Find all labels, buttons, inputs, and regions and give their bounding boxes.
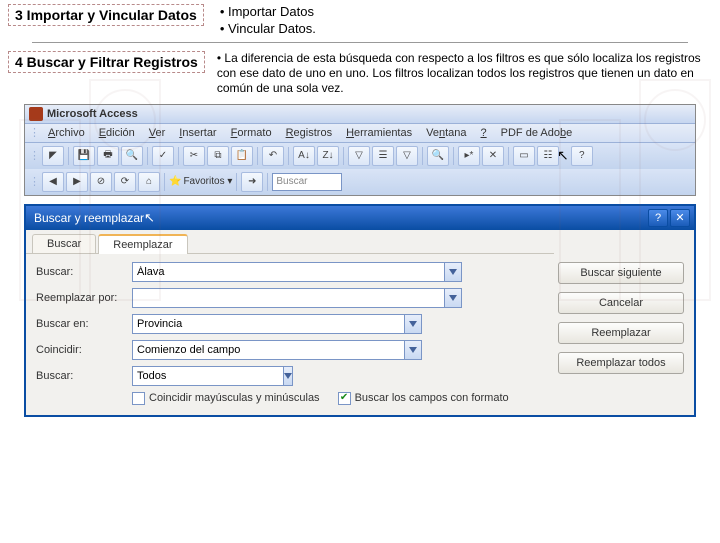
dialog-tabs: Buscar Reemplazar xyxy=(26,230,554,254)
stop-icon[interactable]: ⊘ xyxy=(90,172,112,192)
check-formatted[interactable]: ✔ Buscar los campos con formato xyxy=(338,392,509,405)
spell-icon[interactable]: ✓ xyxy=(152,146,174,166)
back-icon[interactable]: ◀ xyxy=(42,172,64,192)
bullet-link: Vincular Datos. xyxy=(220,21,316,38)
find-replace-dialog: Buscar y reemplazar ↖ ? ✕ Buscar Reempla… xyxy=(24,204,696,417)
access-menubar: ⋮ Archivo Edición Ver Insertar Formato R… xyxy=(25,124,695,143)
section-4-title: 4 Buscar y Filtrar Registros xyxy=(8,51,205,73)
sort-desc-icon[interactable]: Z↓ xyxy=(317,146,339,166)
menu-ver[interactable]: Ver xyxy=(143,126,172,140)
search-select[interactable] xyxy=(132,366,283,386)
section-4-description: • La diferencia de esta búsqueda con res… xyxy=(217,51,712,96)
check-formatted-label: Buscar los campos con formato xyxy=(355,392,509,404)
print-icon[interactable]: 🖶 xyxy=(97,146,119,166)
check-match-case[interactable]: Coincidir mayúsculas y minúsculas xyxy=(132,392,320,405)
help-icon[interactable]: ? xyxy=(571,146,593,166)
menu-archivo[interactable]: Archivo xyxy=(42,126,91,140)
menu-edicion[interactable]: Edición xyxy=(93,126,141,140)
cut-icon[interactable]: ✂ xyxy=(183,146,205,166)
replace-all-button[interactable]: Reemplazar todos xyxy=(558,352,684,374)
menu-ventana[interactable]: Ventana xyxy=(420,126,472,140)
help-button[interactable]: ? xyxy=(648,209,668,227)
label-lookin: Buscar en: xyxy=(36,318,126,330)
replace-button[interactable]: Reemplazar xyxy=(558,322,684,344)
props-icon[interactable]: ☷ xyxy=(537,146,559,166)
new-record-icon[interactable]: ▸* xyxy=(458,146,480,166)
tab-reemplazar[interactable]: Reemplazar xyxy=(98,234,187,254)
search-dropdown-icon[interactable] xyxy=(283,366,293,386)
tab-buscar[interactable]: Buscar xyxy=(32,234,96,253)
dialog-titlebar: Buscar y reemplazar ↖ ? ✕ xyxy=(26,206,694,230)
checkbox-icon xyxy=(132,392,145,405)
cancel-button[interactable]: Cancelar xyxy=(558,292,684,314)
access-toolbar-row-1: ⋮ ◤ 💾 🖶 🔍 ✓ ✂ ⧉ 📋 ↶ A↓ Z↓ ▽ ☰ ▽ 🔍 ▸* ✕ ▭… xyxy=(25,143,695,169)
menu-pdf[interactable]: PDF de Adobe xyxy=(495,126,579,140)
access-toolbar-row-2: ⋮ ◀ ▶ ⊘ ⟳ ⌂ ⭐ Favoritos ▾ ➜ Buscar xyxy=(25,169,695,195)
window-icon[interactable]: ▭ xyxy=(513,146,535,166)
match-select[interactable] xyxy=(132,340,404,360)
filter-form-icon[interactable]: ☰ xyxy=(372,146,394,166)
check-match-case-label: Coincidir mayúsculas y minúsculas xyxy=(149,392,320,404)
cursor-icon: ↖ xyxy=(144,210,155,226)
bullet-import: Importar Datos xyxy=(220,4,316,21)
close-button[interactable]: ✕ xyxy=(670,209,690,227)
label-replace: Reemplazar por: xyxy=(36,292,126,304)
find-next-button[interactable]: Buscar siguiente xyxy=(558,262,684,284)
filter-toggle-icon[interactable]: ▽ xyxy=(396,146,418,166)
find-input[interactable] xyxy=(132,262,444,282)
favorites-dropdown[interactable]: ⭐ Favoritos ▾ xyxy=(169,176,232,187)
label-search: Buscar: xyxy=(36,370,126,382)
replace-input[interactable] xyxy=(132,288,444,308)
section-3-title: 3 Importar y Vincular Datos xyxy=(8,4,204,26)
paste-icon[interactable]: 📋 xyxy=(231,146,253,166)
label-match: Coincidir: xyxy=(36,344,126,356)
go-icon[interactable]: ➜ xyxy=(241,172,263,192)
sort-asc-icon[interactable]: A↓ xyxy=(293,146,315,166)
undo-icon[interactable]: ↶ xyxy=(262,146,284,166)
copy-icon[interactable]: ⧉ xyxy=(207,146,229,166)
access-toolbar-screenshot: Microsoft Access ⋮ Archivo Edición Ver I… xyxy=(24,104,696,196)
lookin-dropdown-icon[interactable] xyxy=(404,314,422,334)
find-icon[interactable]: 🔍 xyxy=(427,146,449,166)
delete-record-icon[interactable]: ✕ xyxy=(482,146,504,166)
preview-icon[interactable]: 🔍 xyxy=(121,146,143,166)
section-3-bullets: Importar Datos Vincular Datos. xyxy=(220,4,316,38)
dialog-title: Buscar y reemplazar xyxy=(34,211,144,225)
divider xyxy=(32,42,688,43)
checkbox-checked-icon: ✔ xyxy=(338,392,351,405)
view-icon[interactable]: ◤ xyxy=(42,146,64,166)
match-dropdown-icon[interactable] xyxy=(404,340,422,360)
access-app-title: Microsoft Access xyxy=(47,108,138,120)
access-logo-icon xyxy=(29,107,43,121)
lookin-select[interactable] xyxy=(132,314,404,334)
menu-insertar[interactable]: Insertar xyxy=(173,126,222,140)
home-icon[interactable]: ⌂ xyxy=(138,172,160,192)
refresh-icon[interactable]: ⟳ xyxy=(114,172,136,192)
replace-dropdown-icon[interactable] xyxy=(444,288,462,308)
save-icon[interactable]: 💾 xyxy=(73,146,95,166)
menu-formato[interactable]: Formato xyxy=(225,126,278,140)
filter-selection-icon[interactable]: ▽ xyxy=(348,146,370,166)
menu-help[interactable]: ? xyxy=(475,126,493,140)
label-find: Buscar: xyxy=(36,266,126,278)
menu-registros[interactable]: Registros xyxy=(280,126,338,140)
forward-icon[interactable]: ▶ xyxy=(66,172,88,192)
find-dropdown-icon[interactable] xyxy=(444,262,462,282)
cursor-icon: ↖ xyxy=(557,147,569,164)
toolbar-search-input[interactable]: Buscar xyxy=(272,173,342,191)
access-titlebar: Microsoft Access xyxy=(25,105,695,124)
menu-herramientas[interactable]: Herramientas xyxy=(340,126,418,140)
